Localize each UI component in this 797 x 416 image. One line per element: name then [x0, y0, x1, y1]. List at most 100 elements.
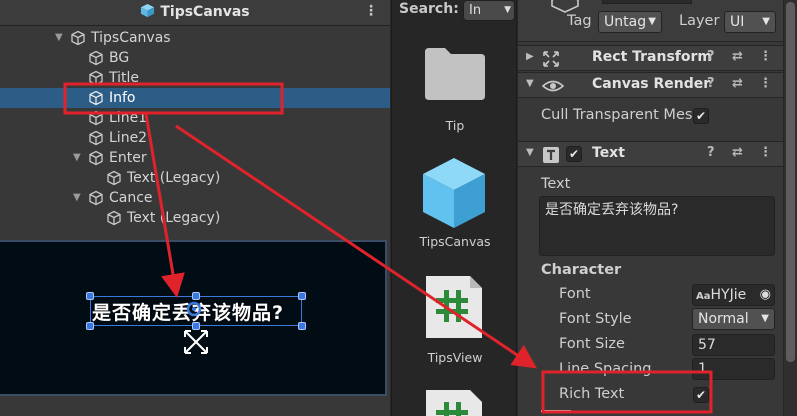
- help-icon[interactable]: ?: [707, 76, 715, 91]
- help-icon[interactable]: ?: [707, 49, 715, 64]
- rich-text-checkbox[interactable]: ✔: [693, 387, 709, 403]
- hierarchy-title[interactable]: TipsCanvas: [0, 3, 390, 20]
- kebab-menu-icon[interactable]: ⋮: [759, 76, 772, 91]
- text-enabled-checkbox[interactable]: ✔: [566, 146, 582, 162]
- tree-item-cancel[interactable]: ▼ Cance: [0, 188, 390, 208]
- asset-script-partial[interactable]: [392, 388, 516, 416]
- font-size-field[interactable]: 57: [692, 334, 775, 356]
- tree-item-line2[interactable]: Line2: [0, 128, 390, 148]
- rect-transform-header[interactable]: ▶ Rect Transform ? ⇄ ⋮: [518, 45, 783, 71]
- tree-item-label: BG: [109, 50, 130, 66]
- text-component-icon: [543, 147, 559, 163]
- resize-handle-bottom-right[interactable]: [298, 322, 306, 330]
- gameobject-cube-icon: [71, 30, 85, 46]
- resize-handle-bottom-left[interactable]: [86, 322, 94, 330]
- font-field[interactable]: AaHYJie ◉: [692, 284, 775, 306]
- tree-item-enter-text[interactable]: Text (Legacy): [0, 168, 390, 188]
- collapse-arrow-icon[interactable]: ▶: [526, 51, 534, 62]
- object-picker-icon[interactable]: ◉: [760, 285, 771, 305]
- cull-transparent-label: Cull Transparent Mes: [541, 107, 693, 123]
- character-section-header: Character: [541, 262, 622, 278]
- line-spacing-label: Line Spacing: [559, 361, 652, 377]
- tree-item-title[interactable]: Title: [0, 68, 390, 88]
- font-style-label: Font Style: [559, 311, 632, 327]
- gameobject-cube-icon: [89, 130, 103, 146]
- prefab-cube-icon: [141, 3, 155, 18]
- component-name: Canvas Render: [592, 76, 711, 92]
- chevron-down-icon: ▼: [648, 16, 656, 27]
- gameobject-cube-icon: [551, 0, 579, 13]
- text-content-field[interactable]: 是否确定丢弃该物品?: [539, 196, 775, 256]
- expand-arrow-icon[interactable]: ▼: [73, 188, 81, 208]
- text-label: Text: [541, 176, 571, 192]
- name-field-edge[interactable]: [602, 0, 692, 4]
- gameobject-cube-icon: [89, 150, 103, 166]
- tree-item-label: Line1: [109, 110, 148, 126]
- gameobject-cube-icon: [89, 70, 103, 86]
- gameobject-cube-icon: [107, 210, 121, 226]
- tag-dropdown[interactable]: Untag ▼: [598, 11, 662, 33]
- tree-item-info[interactable]: Info: [0, 88, 390, 108]
- kebab-menu-icon[interactable]: ⋮: [759, 49, 772, 64]
- preset-sliders-icon[interactable]: ⇄: [732, 49, 743, 64]
- tree-item-label: Enter: [109, 150, 147, 166]
- tree-item-bg[interactable]: BG: [0, 48, 390, 68]
- expand-arrow-icon[interactable]: ▼: [73, 148, 81, 168]
- gameobject-cube-icon: [89, 190, 103, 206]
- resize-handle-top[interactable]: [192, 292, 200, 300]
- rect-transform-icon: [543, 51, 559, 67]
- expand-arrow-icon[interactable]: ▼: [526, 78, 534, 89]
- font-style-dropdown[interactable]: Normal ▼: [692, 308, 775, 330]
- resize-handle-top-right[interactable]: [298, 292, 306, 300]
- asset-label: Tip: [445, 118, 465, 133]
- asset-label: TipsCanvas: [419, 234, 491, 249]
- gameobject-cube-icon: [89, 90, 103, 106]
- asset-tipscanvas-prefab[interactable]: TipsCanvas: [392, 156, 516, 254]
- help-icon[interactable]: ?: [707, 145, 715, 160]
- chevron-down-icon: ▼: [762, 16, 770, 27]
- font-label: Font: [559, 286, 591, 302]
- project-panel: Search: In ▼ Tip TipsCanvas TipsView: [391, 0, 517, 416]
- resize-handle-top-left[interactable]: [86, 292, 94, 300]
- pivot-icon[interactable]: [186, 301, 202, 317]
- tree-item-tipscanvas[interactable]: ▼ TipsCanvas: [0, 28, 390, 48]
- component-name: Text: [592, 145, 625, 161]
- text-component-header[interactable]: ▼ ✔ Text ? ⇄ ⋮: [518, 141, 783, 167]
- asset-tip-folder[interactable]: Tip: [392, 46, 516, 136]
- anchor-flower-icon[interactable]: [180, 326, 212, 358]
- kebab-menu-icon[interactable]: ⋮: [759, 145, 772, 160]
- eye-icon: [542, 80, 564, 92]
- inspector-scrollbar[interactable]: [783, 0, 797, 416]
- rich-text-label: Rich Text: [559, 386, 625, 402]
- layer-label: Layer: [679, 13, 720, 29]
- csharp-script-icon: [426, 390, 482, 416]
- asset-tipsview-script[interactable]: TipsView: [392, 274, 516, 370]
- expand-arrow-icon[interactable]: ▼: [55, 28, 63, 48]
- preset-sliders-icon[interactable]: ⇄: [732, 76, 743, 91]
- gameobject-cube-icon: [107, 170, 121, 186]
- prefab-cube-icon: [423, 158, 485, 228]
- gameobject-cube-icon: [89, 50, 103, 66]
- preset-sliders-icon[interactable]: ⇄: [732, 145, 743, 160]
- asset-label: TipsView: [427, 350, 483, 365]
- tree-item-line1[interactable]: Line1: [0, 108, 390, 128]
- tree-item-label: Text (Legacy): [127, 210, 221, 226]
- search-type-dropdown[interactable]: In ▼: [463, 0, 515, 21]
- tree-item-label: Line2: [109, 130, 148, 146]
- canvas-renderer-header[interactable]: ▼ Canvas Render ? ⇄ ⋮: [518, 72, 783, 98]
- tree-item-enter[interactable]: ▼ Enter: [0, 148, 390, 168]
- scrollbar-thumb[interactable]: [786, 2, 795, 362]
- next-section-header-partial: [541, 410, 571, 416]
- hierarchy-header: TipsCanvas ⋮: [0, 0, 390, 26]
- kebab-menu-icon[interactable]: ⋮: [364, 3, 378, 19]
- tree-item-label: TipsCanvas: [91, 30, 171, 46]
- tree-item-label: Text (Legacy): [127, 170, 221, 186]
- font-size-label: Font Size: [559, 336, 625, 352]
- component-name: Rect Transform: [592, 49, 713, 65]
- expand-arrow-icon[interactable]: ▼: [526, 147, 534, 158]
- cull-transparent-checkbox[interactable]: ✔: [693, 108, 709, 124]
- layer-dropdown[interactable]: UI ▼: [724, 11, 776, 33]
- tree-item-cancel-text[interactable]: Text (Legacy): [0, 208, 390, 228]
- line-spacing-field[interactable]: 1: [692, 358, 775, 380]
- tree-item-label: Cance: [109, 190, 153, 206]
